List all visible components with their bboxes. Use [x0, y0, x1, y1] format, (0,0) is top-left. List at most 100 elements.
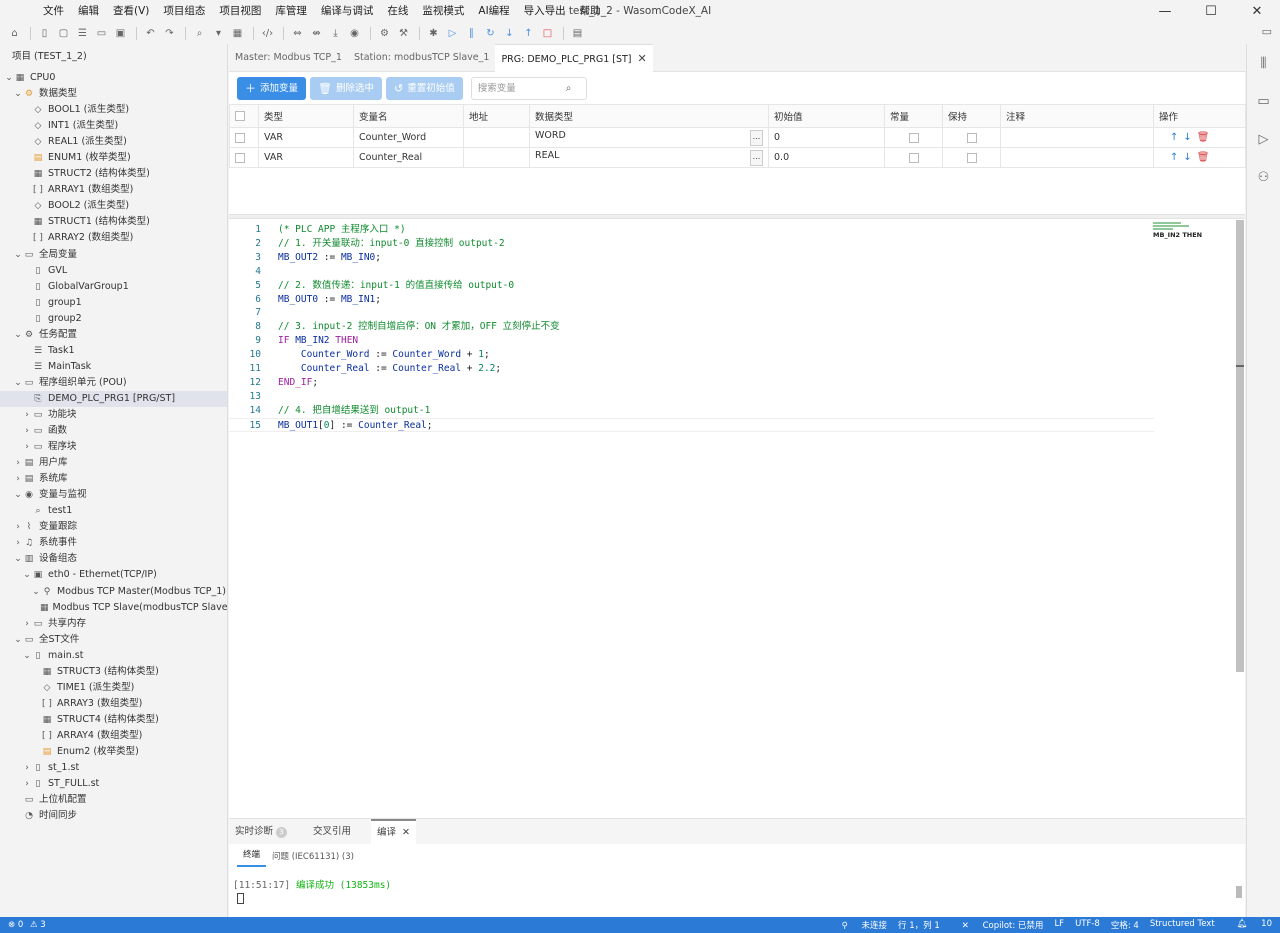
- delete-selected-button[interactable]: 🗑 删除选中: [310, 76, 382, 100]
- panel-tab[interactable]: 实时诊断 3: [229, 819, 293, 844]
- compile-icon[interactable]: ⚒: [395, 25, 412, 42]
- tree-item[interactable]: ▦ STRUCT1 (结构体类型): [0, 214, 227, 230]
- chevron-down-icon[interactable]: ⌄: [13, 375, 23, 391]
- tree-item[interactable]: ◇ TIME1 (派生类型): [0, 680, 227, 696]
- var-dtype-cell[interactable]: ... WORD: [529, 127, 769, 148]
- var-name-cell[interactable]: Counter_Word: [353, 127, 464, 148]
- tree-item[interactable]: › ▭ 函数: [0, 423, 227, 439]
- chevron-down-icon[interactable]: ⌄: [13, 327, 23, 343]
- chevron-down-icon[interactable]: ⌄: [13, 247, 23, 263]
- row-checkbox[interactable]: [235, 152, 245, 163]
- language-status[interactable]: Structured Text: [1150, 919, 1215, 931]
- chevron-right-icon[interactable]: ›: [13, 519, 23, 535]
- column-header[interactable]: 保持: [942, 104, 1001, 128]
- menu-item[interactable]: 项目视图: [212, 0, 268, 23]
- tree-item[interactable]: ◇ BOOL1 (派生类型): [0, 102, 227, 118]
- code-line[interactable]: 5 // 2. 数值传递：input-1 的值直接传给 output-0: [229, 279, 1154, 293]
- menu-item[interactable]: 项目组态: [156, 0, 212, 23]
- tree-item[interactable]: [ ] ARRAY1 (数组类型): [0, 182, 227, 198]
- chat-icon[interactable]: ▭: [1247, 94, 1280, 120]
- code-line[interactable]: 6 MB_OUT0 := MB_IN1;: [229, 293, 1154, 307]
- package-icon[interactable]: ▤: [569, 25, 586, 42]
- tree-item[interactable]: ⌄ ▭ 全ST文件: [0, 632, 227, 648]
- undo-icon[interactable]: ↶: [142, 25, 159, 42]
- column-header[interactable]: 注释: [1000, 104, 1154, 128]
- code-line[interactable]: 7: [229, 306, 1154, 320]
- var-init-cell[interactable]: 0: [768, 127, 885, 148]
- chevron-down-icon[interactable]: ⌄: [31, 584, 41, 600]
- arrow-up-icon[interactable]: ↑: [1170, 152, 1178, 163]
- var-kind-cell[interactable]: VAR: [258, 147, 354, 168]
- settings-icon[interactable]: ⚙: [376, 25, 393, 42]
- run-debug-icon[interactable]: ▷: [1247, 132, 1280, 158]
- minimize-button[interactable]: —: [1142, 0, 1188, 23]
- add-variable-button[interactable]: ＋ 添加变量: [237, 76, 307, 100]
- code-editor[interactable]: 1 (* PLC APP 主程序入口 *) 2 // 1. 开关量联动：input-0…: [229, 220, 1245, 818]
- indent-status[interactable]: 空格: 4: [1111, 919, 1139, 931]
- tree-item[interactable]: ⌄ ▭ 程序组织单元 (POU): [0, 375, 227, 391]
- chevron-right-icon[interactable]: ›: [22, 423, 32, 439]
- close-button[interactable]: ✕: [1234, 0, 1280, 23]
- tree-item[interactable]: ▦ STRUCT3 (结构体类型): [0, 664, 227, 680]
- tree-item[interactable]: ▤ Enum2 (枚举类型): [0, 744, 227, 760]
- editor-scrollbar[interactable]: [1236, 220, 1244, 672]
- menu-item[interactable]: 帮助: [573, 0, 608, 23]
- debug-icon[interactable]: ✱: [425, 25, 442, 42]
- var-address-cell[interactable]: [463, 127, 530, 148]
- tree-item[interactable]: ⌄ ▥ 设备组态: [0, 551, 227, 567]
- maximize-button[interactable]: ☐: [1188, 0, 1234, 23]
- menu-item[interactable]: 编辑: [71, 0, 106, 23]
- menu-item[interactable]: 在线: [380, 0, 415, 23]
- tree-item[interactable]: [ ] ARRAY4 (数组类型): [0, 728, 227, 744]
- tree-item[interactable]: ⌄ ▣ eth0 - Ethernet(TCP/IP): [0, 567, 227, 583]
- menu-item[interactable]: 查看(V): [106, 0, 156, 23]
- tree-item[interactable]: ⌄ ◉ 变量与监视: [0, 487, 227, 503]
- tree-item[interactable]: ◇ BOOL2 (派生类型): [0, 198, 227, 214]
- tree-item[interactable]: › ▭ 共享内存: [0, 616, 227, 632]
- tree-item[interactable]: ▯ GVL: [0, 263, 227, 279]
- panel-toggle-icon[interactable]: ▭: [1262, 25, 1272, 38]
- minimap[interactable]: MB_IN2 THEN: [1153, 222, 1209, 242]
- tree-item[interactable]: ☰ MainTask: [0, 359, 227, 375]
- link-icon[interactable]: ⇔: [289, 25, 306, 42]
- run-icon[interactable]: ▷: [444, 25, 461, 42]
- close-panel-tab-icon[interactable]: ✕: [402, 827, 410, 838]
- library-icon[interactable]: ⫼: [1247, 56, 1280, 82]
- copilot-status[interactable]: ✕ Copilot: 已禁用: [951, 919, 1044, 931]
- pause-icon[interactable]: ∥: [463, 25, 480, 42]
- folder-icon[interactable]: ▭: [93, 25, 110, 42]
- tree-item[interactable]: ◇ REAL1 (派生类型): [0, 134, 227, 150]
- column-header[interactable]: 操作: [1153, 104, 1246, 128]
- column-header[interactable]: 初始值: [768, 104, 885, 128]
- list-icon[interactable]: ☰: [74, 25, 91, 42]
- column-header[interactable]: 数据类型: [529, 104, 769, 128]
- save-icon[interactable]: ▣: [112, 25, 129, 42]
- new-file-icon[interactable]: ▯: [36, 25, 53, 42]
- chevron-down-icon[interactable]: ⌄: [13, 487, 23, 503]
- eol-status[interactable]: LF: [1054, 919, 1064, 931]
- step-over-icon[interactable]: ↻: [482, 25, 499, 42]
- chevron-down-icon[interactable]: ⌄: [13, 632, 23, 648]
- menu-item[interactable]: AI编程: [471, 0, 516, 23]
- tree-item[interactable]: ▦ STRUCT4 (结构体类型): [0, 712, 227, 728]
- tree-item[interactable]: ☰ Task1: [0, 343, 227, 359]
- code-icon[interactable]: ‹/›: [259, 25, 276, 42]
- delete-icon[interactable]: 🗑︎: [1197, 132, 1210, 143]
- tree-item[interactable]: › ▤ 系统库: [0, 471, 227, 487]
- chevron-right-icon[interactable]: ›: [13, 471, 23, 487]
- panel-scrollbar[interactable]: [1236, 886, 1242, 898]
- menu-item[interactable]: 编译与调试: [314, 0, 381, 23]
- delete-icon[interactable]: 🗑︎: [1197, 152, 1210, 163]
- tree-item[interactable]: ▯ group1: [0, 295, 227, 311]
- column-header[interactable]: 类型: [258, 104, 354, 128]
- cursor-position[interactable]: 行 1，列 1: [898, 919, 940, 931]
- build-icon[interactable]: ▦: [229, 25, 246, 42]
- tree-item[interactable]: ◔ 时间同步: [0, 808, 227, 824]
- tree-item[interactable]: ⌕ test1: [0, 503, 227, 519]
- var-comment-cell[interactable]: [1000, 127, 1154, 148]
- code-line[interactable]: 8 // 3. input-2 控制自增启停：ON 才累加，OFF 立刻停止不变: [229, 320, 1154, 334]
- retain-checkbox[interactable]: [966, 152, 977, 163]
- tree-item[interactable]: ▯ group2: [0, 311, 227, 327]
- menu-item[interactable]: 库管理: [268, 0, 314, 23]
- tree-item[interactable]: ⌄ ▦ CPU0: [0, 70, 227, 86]
